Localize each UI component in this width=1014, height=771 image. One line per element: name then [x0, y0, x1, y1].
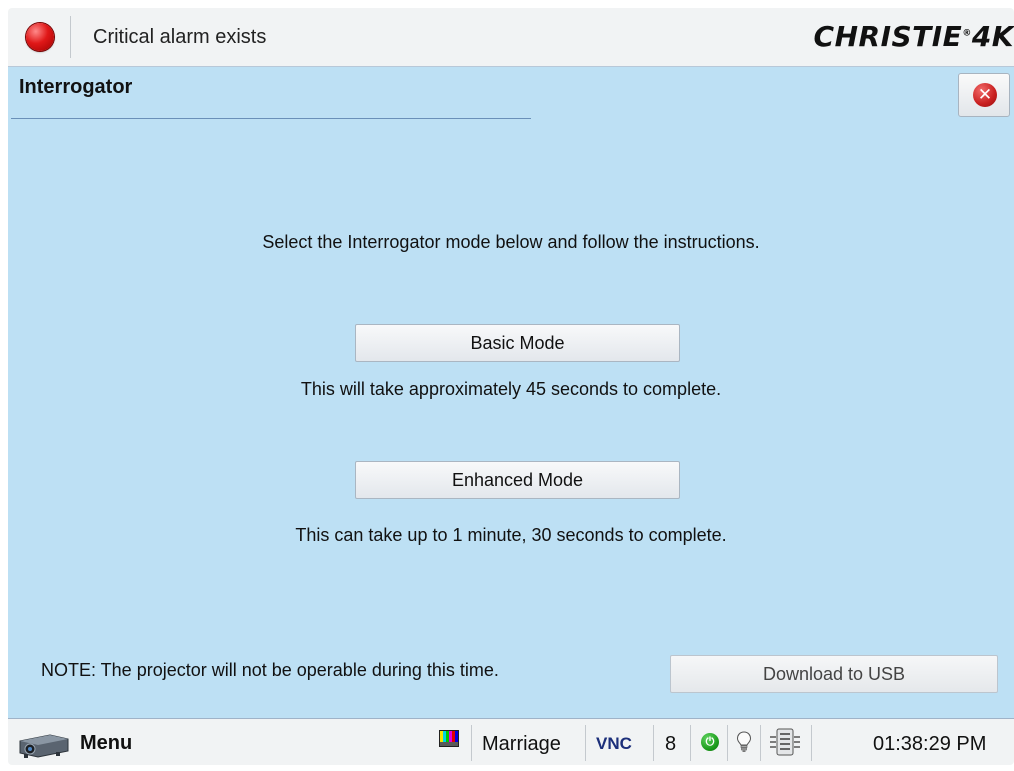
- enhanced-mode-note: This can take up to 1 minute, 30 seconds…: [295, 525, 727, 545]
- divider: [811, 725, 812, 761]
- close-icon: ✕: [973, 83, 997, 107]
- test-pattern-icon[interactable]: [438, 729, 460, 749]
- basic-mode-button[interactable]: Basic Mode: [355, 324, 680, 362]
- page-title: Interrogator: [19, 76, 133, 98]
- instruction-text: Select the Interrogator mode below and f…: [262, 232, 760, 252]
- channel-number[interactable]: 8: [665, 733, 676, 756]
- brand-registered-mark: ®: [962, 28, 972, 39]
- divider: [471, 725, 472, 761]
- close-button[interactable]: ✕: [958, 73, 1010, 117]
- brand-name: CHRISTIE: [813, 20, 963, 53]
- lamp-icon[interactable]: [736, 731, 752, 753]
- source-name[interactable]: Marriage: [482, 733, 561, 756]
- operability-note: NOTE: The projector will not be operable…: [41, 660, 499, 680]
- divider: [653, 725, 654, 761]
- network-icon[interactable]: [768, 727, 802, 757]
- divider: [760, 725, 761, 761]
- power-icon[interactable]: ⏻: [701, 733, 719, 751]
- alarm-status-icon[interactable]: [26, 23, 54, 51]
- projector-icon[interactable]: [16, 729, 72, 759]
- brand-suffix: 4K: [971, 20, 1014, 53]
- interrogator-panel: Interrogator ✕ Select the Interrogator m…: [8, 67, 1014, 718]
- taskbar: Menu Marriage VNC 8 ⏻ 01:38:29 PM: [8, 718, 1014, 765]
- menu-button[interactable]: Menu: [80, 732, 132, 755]
- status-bar: Critical alarm exists CHRISTIE®4K: [8, 8, 1014, 67]
- vnc-indicator[interactable]: VNC: [596, 734, 632, 754]
- divider: [727, 725, 728, 761]
- divider: [585, 725, 586, 761]
- enhanced-mode-button[interactable]: Enhanced Mode: [355, 461, 680, 499]
- title-underline: [11, 118, 531, 119]
- brand-logo: CHRISTIE®4K: [814, 20, 1014, 53]
- clock: 01:38:29 PM: [873, 733, 987, 755]
- app-window: Critical alarm exists CHRISTIE®4K Interr…: [8, 8, 1014, 765]
- divider: [70, 16, 71, 58]
- download-to-usb-button[interactable]: Download to USB: [670, 655, 998, 693]
- basic-mode-note: This will take approximately 45 seconds …: [300, 379, 722, 399]
- alarm-status-text[interactable]: Critical alarm exists: [93, 26, 266, 49]
- divider: [690, 725, 691, 761]
